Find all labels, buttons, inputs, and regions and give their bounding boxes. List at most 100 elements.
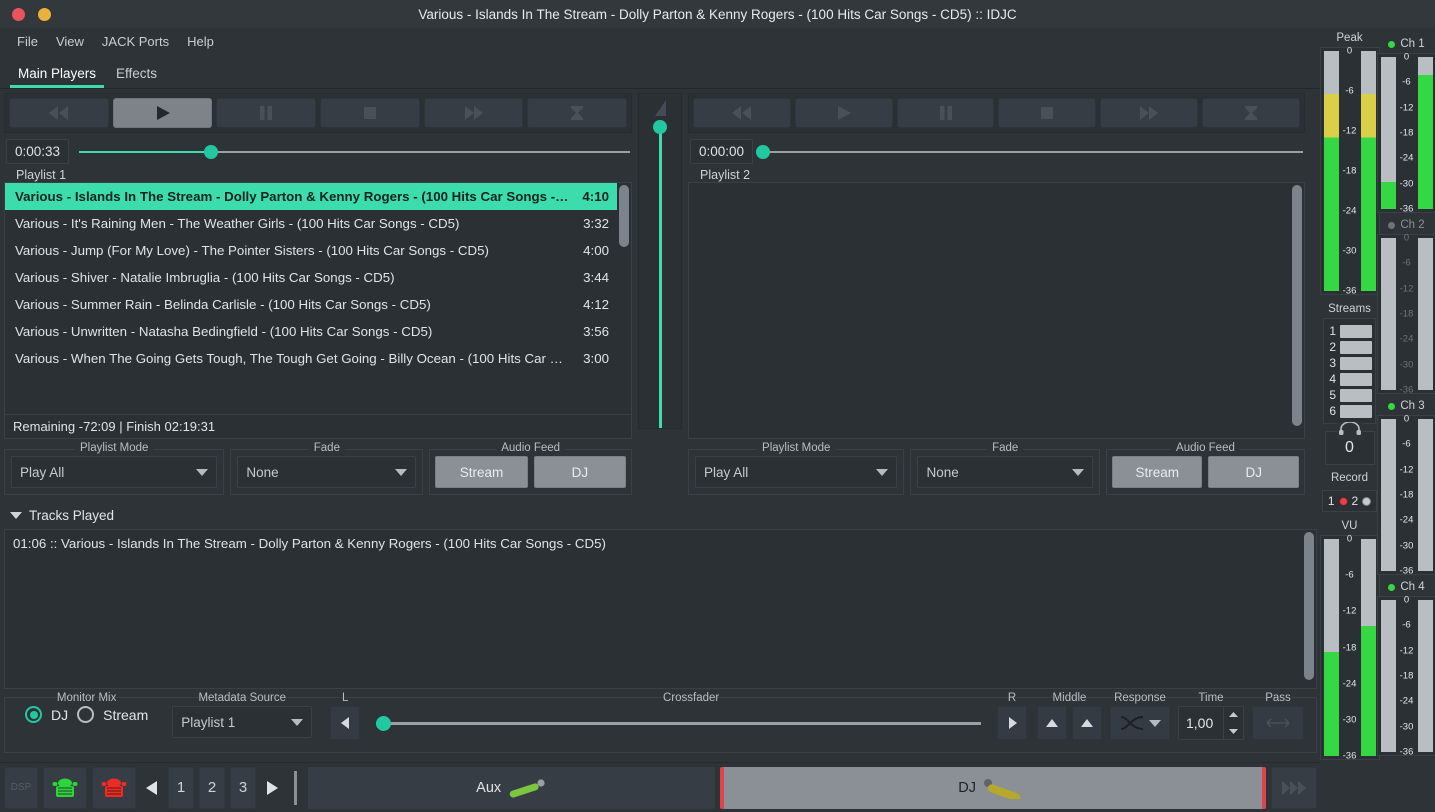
playlist-track-row[interactable]: Various - Islands In The Stream - Dolly … [5,183,617,210]
channel-header[interactable]: Ch 1 [1388,38,1425,50]
time-value[interactable]: 1,00 [1179,707,1223,739]
stream-indicator[interactable] [1340,372,1372,386]
playlist-1-scroll-thumb[interactable] [619,185,629,247]
record-channel-2-indicator[interactable] [1362,496,1372,506]
playlist-track-row[interactable]: Various - Shiver - Natalie Imbruglia - (… [5,264,617,291]
balance-knob[interactable] [653,120,667,134]
player-2-dj-button[interactable]: DJ [1208,456,1300,488]
minimize-button[interactable] [38,7,51,21]
stop-button-2[interactable] [998,98,1097,128]
playlist-1-list[interactable]: Various - Islands In The Stream - Dolly … [5,183,617,414]
dsp-button[interactable]: DSP [4,766,38,809]
playlist-track-row[interactable]: Various - It's Raining Men - The Weather… [5,210,617,237]
player-1-playlist-mode-combo[interactable]: Play All [11,456,218,488]
metadata-source-combo[interactable]: Playlist 1 [172,706,313,738]
tab-main-players[interactable]: Main Players [8,61,106,88]
stream-indicator[interactable] [1340,388,1372,402]
stream-row[interactable]: 6 [1327,404,1372,418]
player-1-fade-combo[interactable]: None [237,456,417,488]
playlist-track-row[interactable]: Various - When The Going Gets Tough, The… [5,345,617,372]
tracks-played-line[interactable]: 01:06 :: Various - Islands In The Stream… [13,534,1302,553]
forward-button[interactable] [1271,766,1317,809]
balance-track[interactable] [653,120,667,428]
aux-channel-bar[interactable]: Aux [308,766,716,809]
timer-button-2[interactable] [1202,98,1300,128]
crossfader-left-button[interactable] [330,706,361,740]
monitor-stream-radio[interactable] [77,706,95,723]
prev-button-2[interactable] [693,98,791,128]
next-button-1[interactable] [423,98,524,128]
tracks-played-scrollbar[interactable] [1302,530,1316,688]
seek-knob-1[interactable] [204,144,219,159]
next-button-2[interactable] [1100,98,1199,128]
channel-next-button[interactable] [261,780,283,795]
player-1-seek-slider[interactable] [79,144,630,159]
tracks-played-list[interactable]: 01:06 :: Various - Islands In The Stream… [5,530,1302,688]
tab-effects[interactable]: Effects [106,61,167,88]
playlist-2-scrollbar[interactable] [1290,183,1304,438]
play-button-2[interactable] [794,98,893,128]
play-button-1[interactable] [112,98,213,128]
menu-help[interactable]: Help [178,31,223,52]
channel-header[interactable]: Ch 3 [1388,400,1425,412]
middle-up-button-1[interactable] [1037,706,1067,740]
crossfader-right-button[interactable] [997,706,1027,740]
menu-file[interactable]: File [8,31,47,52]
record-indicators[interactable]: 1 2 [1321,490,1378,512]
phone-green-button[interactable] [43,766,87,809]
channel-button-3[interactable]: 3 [230,766,256,809]
stream-indicator[interactable] [1340,404,1372,418]
player-2-fade-combo[interactable]: None [917,456,1093,488]
player-balance-slider[interactable] [638,93,682,429]
playlist-track-row[interactable]: Various - Summer Rain - Belinda Carlisle… [5,291,617,318]
playlist-2-scroll-thumb[interactable] [1292,185,1302,426]
menu-view[interactable]: View [47,31,93,52]
time-decrement-button[interactable] [1224,723,1243,739]
playlist-track-row[interactable]: Various - Jump (For My Love) - The Point… [5,237,617,264]
pass-button[interactable] [1252,706,1304,740]
crossfader-knob[interactable] [376,715,392,731]
stream-row[interactable]: 5 [1327,388,1372,402]
response-combo[interactable] [1110,706,1170,740]
player-2-seek-slider[interactable] [756,144,1303,159]
monitor-dj-radio[interactable] [25,706,42,723]
headphone-level-box[interactable]: 0 [1324,421,1375,465]
playlist-2-list[interactable] [689,183,1290,438]
stream-indicator[interactable] [1340,356,1372,370]
tracks-played-scroll-thumb[interactable] [1304,532,1314,680]
stop-button-1[interactable] [320,98,420,128]
time-increment-button[interactable] [1224,707,1243,723]
dj-channel-bar[interactable]: DJ [720,766,1266,809]
playlist-1-scrollbar[interactable] [617,183,631,414]
record-channel-1-indicator[interactable] [1338,496,1348,506]
pause-button-1[interactable] [216,98,317,128]
channel-meter: 0 -6 -12 -18 -24 -30 -36 [1376,414,1435,577]
stream-row[interactable]: 2 [1327,340,1372,354]
close-button[interactable] [12,7,25,21]
channel-button-1[interactable]: 1 [168,766,194,809]
middle-up-button-2[interactable] [1072,706,1102,740]
player-1-stream-button[interactable]: Stream [435,456,528,488]
seek-knob-2[interactable] [756,144,771,159]
timer-button-1[interactable] [527,98,628,128]
playlist-track-row[interactable]: Various - Unwritten - Natasha Bedingfiel… [5,318,617,345]
stream-indicator[interactable] [1340,340,1372,354]
stream-row[interactable]: 1 [1327,324,1372,338]
channel-header[interactable]: Ch 2 [1388,219,1425,231]
channel-header[interactable]: Ch 4 [1388,581,1425,593]
time-spinner[interactable]: 1,00 [1178,706,1244,740]
menu-jack-ports[interactable]: JACK Ports [93,31,178,52]
channel-button-2[interactable]: 2 [199,766,225,809]
player-2-playlist-mode-combo[interactable]: Play All [695,456,898,488]
channel-prev-button[interactable] [141,780,163,795]
tracks-played-header[interactable]: Tracks Played [4,508,1317,523]
pause-button-2[interactable] [896,98,995,128]
player-1-dj-button[interactable]: DJ [533,456,626,488]
stream-row[interactable]: 4 [1327,372,1372,386]
phone-red-button[interactable] [92,766,136,809]
stream-indicator[interactable] [1340,324,1372,338]
stream-row[interactable]: 3 [1327,356,1372,370]
player-2-stream-button[interactable]: Stream [1111,456,1203,488]
prev-button-1[interactable] [9,98,109,128]
crossfader-slider[interactable]: Crossfader [366,692,991,740]
